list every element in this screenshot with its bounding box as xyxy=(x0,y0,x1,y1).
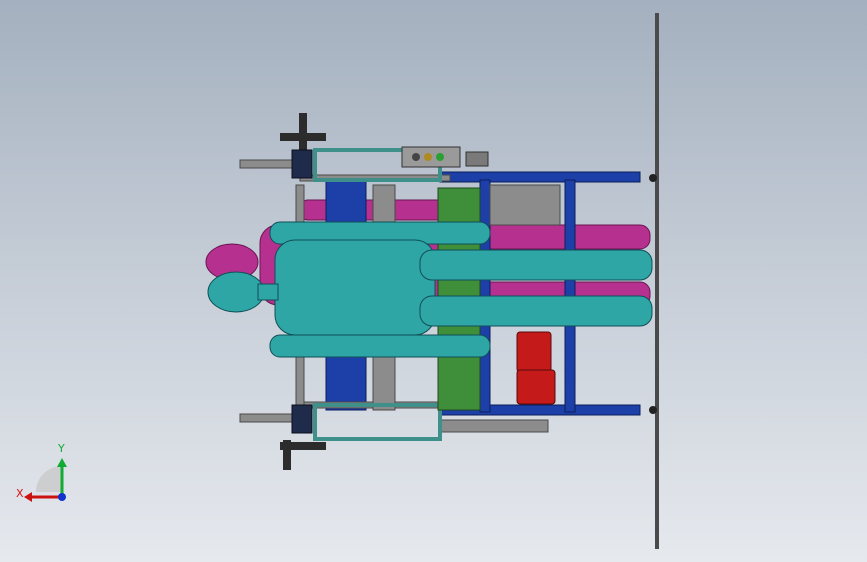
x-axis-label: X xyxy=(16,487,24,500)
y-axis-label: Y xyxy=(58,442,65,455)
coordinate-triad xyxy=(24,458,67,502)
z-axis-dot-icon xyxy=(58,493,66,501)
x-axis-arrow-icon xyxy=(24,492,62,502)
cad-graphics-viewport[interactable]: X Y xyxy=(0,0,867,562)
